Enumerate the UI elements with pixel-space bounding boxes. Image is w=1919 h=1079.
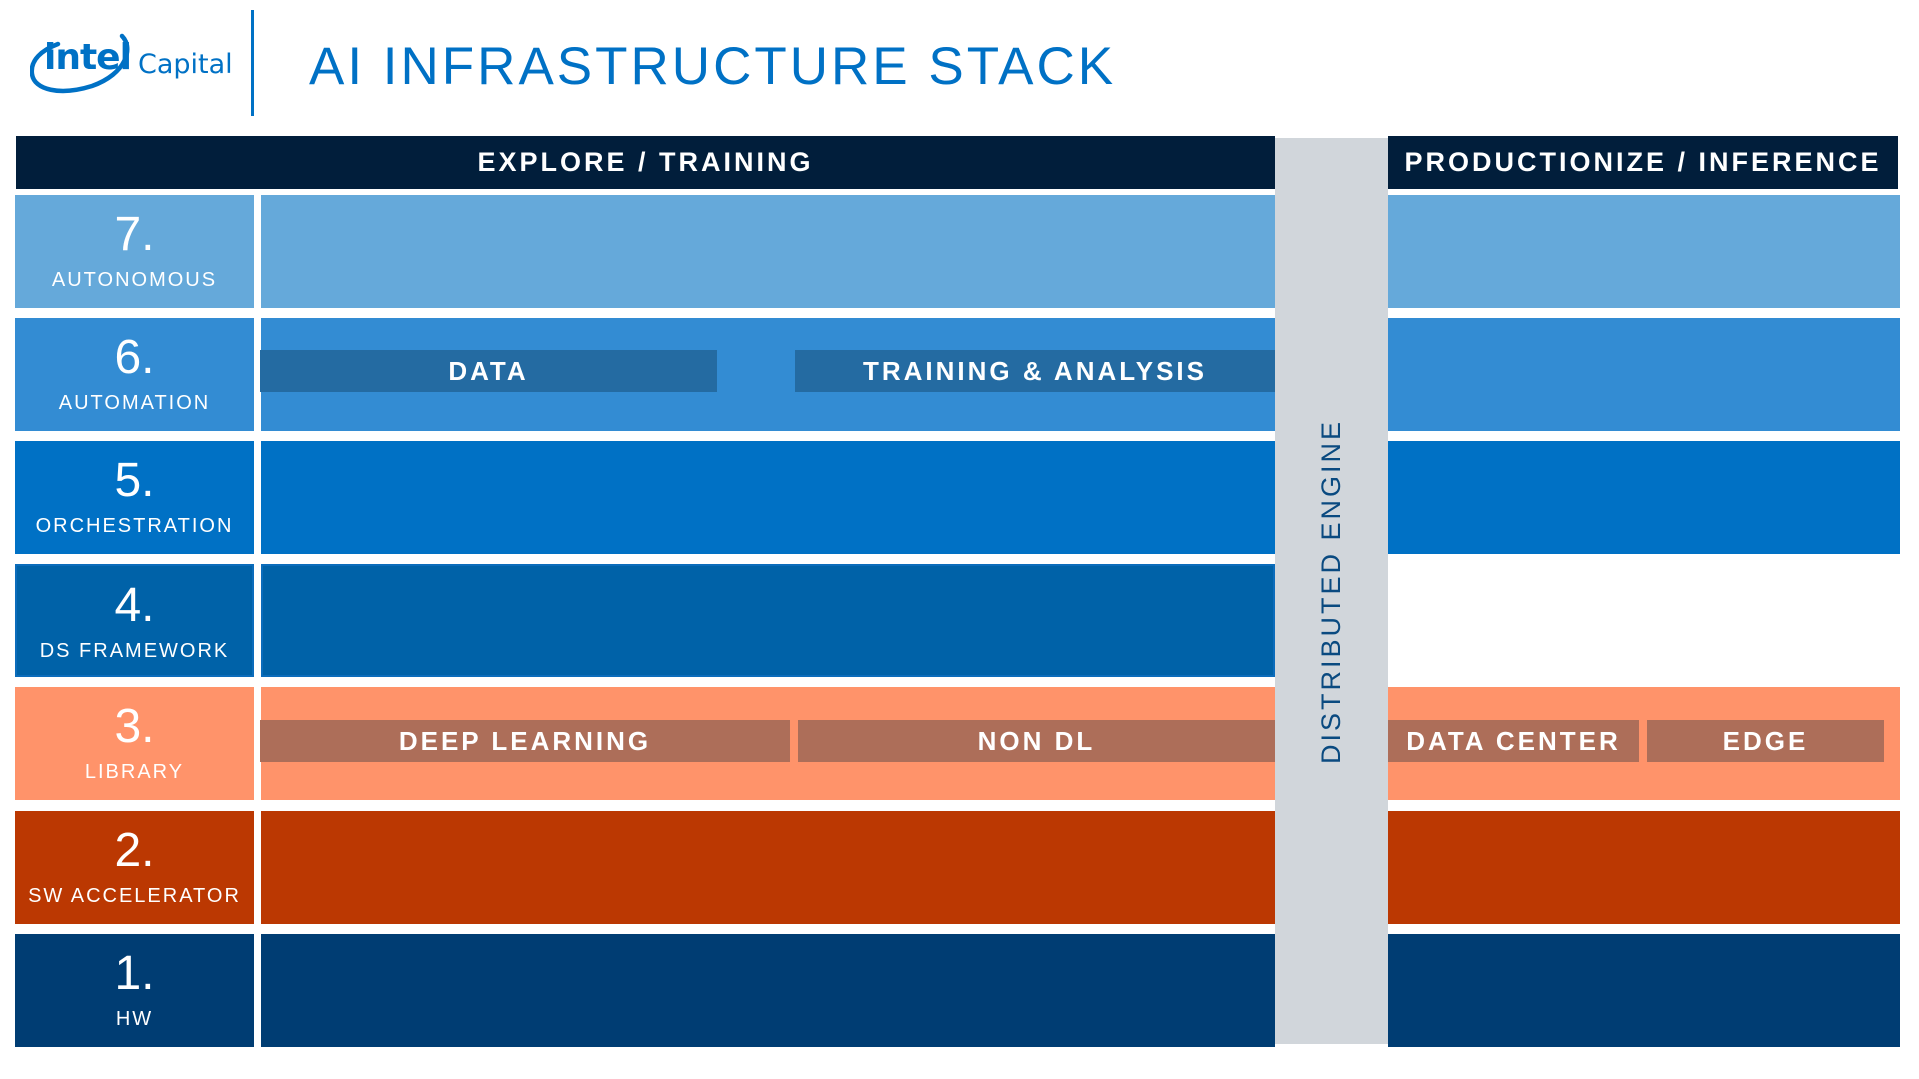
layer-name: HW <box>115 1008 154 1030</box>
layer-name: AUTOMATION <box>58 392 211 414</box>
layer-name: LIBRARY <box>84 761 185 783</box>
layer-name: DS FRAMEWORK <box>39 640 230 662</box>
layer-1-productionize-cell <box>1388 934 1900 1047</box>
layer-name: SW ACCELERATOR <box>28 885 241 907</box>
deep-learning-segment: DEEP LEARNING <box>260 720 790 762</box>
layer-5-explore-cell <box>261 441 1275 554</box>
layer-4-label: 4. DS FRAMEWORK <box>15 564 254 677</box>
layer-7-productionize-cell <box>1388 195 1900 308</box>
logo-suffix: Capital <box>138 49 233 80</box>
segment-label: DATA <box>448 355 529 386</box>
header-divider <box>251 10 254 116</box>
layer-6-productionize-cell <box>1388 318 1900 431</box>
layer-1-label: 1. HW <box>15 934 254 1047</box>
segment-label: TRAINING & ANALYSIS <box>863 355 1207 386</box>
layer-name: ORCHESTRATION <box>35 515 234 537</box>
layer-7-explore-cell <box>261 195 1275 308</box>
layer-number: 6. <box>114 331 155 384</box>
layer-2-label: 2. SW ACCELERATOR <box>15 811 254 924</box>
productionize-inference-header: PRODUCTIONIZE / INFERENCE <box>1388 136 1898 189</box>
productionize-inference-label: PRODUCTIONIZE / INFERENCE <box>1404 147 1882 177</box>
layer-2-explore-cell <box>261 811 1275 924</box>
explore-training-label: EXPLORE / TRAINING <box>477 147 814 177</box>
explore-training-header: EXPLORE / TRAINING <box>16 136 1275 189</box>
layer-name: AUTONOMOUS <box>51 269 218 291</box>
data-segment: DATA <box>260 350 717 392</box>
segment-label: DEEP LEARNING <box>398 725 652 756</box>
non-dl-segment: NON DL <box>798 720 1275 762</box>
layer-1-explore-cell <box>261 934 1275 1047</box>
layer-5-label: 5. ORCHESTRATION <box>15 441 254 554</box>
data-center-segment: DATA CENTER <box>1388 720 1639 762</box>
layer-number: 2. <box>114 824 155 877</box>
layer-number: 1. <box>114 947 155 1000</box>
layer-6-label: 6. AUTOMATION <box>15 318 254 431</box>
logo-brand: intel <box>44 37 132 78</box>
training-analysis-segment: TRAINING & ANALYSIS <box>795 350 1275 392</box>
segment-label: EDGE <box>1722 725 1809 756</box>
layer-2-productionize-cell <box>1388 811 1900 924</box>
distributed-engine-label-wrap: DISTRIBUTED ENGINE <box>1275 138 1388 1044</box>
edge-segment: EDGE <box>1647 720 1884 762</box>
layer-number: 5. <box>114 454 155 507</box>
segment-label: DATA CENTER <box>1406 725 1621 756</box>
layer-7-label: 7. AUTONOMOUS <box>15 195 254 308</box>
layer-4-explore-cell <box>261 564 1275 677</box>
layer-number: 4. <box>114 579 155 632</box>
layer-number: 7. <box>114 208 155 261</box>
layer-number: 3. <box>114 700 155 753</box>
segment-label: NON DL <box>977 725 1096 756</box>
layer-3-label: 3. LIBRARY <box>15 687 254 800</box>
layer-5-productionize-cell <box>1388 441 1900 554</box>
page-title: AI INFRASTRUCTURE STACK <box>309 37 1117 96</box>
distributed-engine-label: DISTRIBUTED ENGINE <box>1316 418 1346 764</box>
